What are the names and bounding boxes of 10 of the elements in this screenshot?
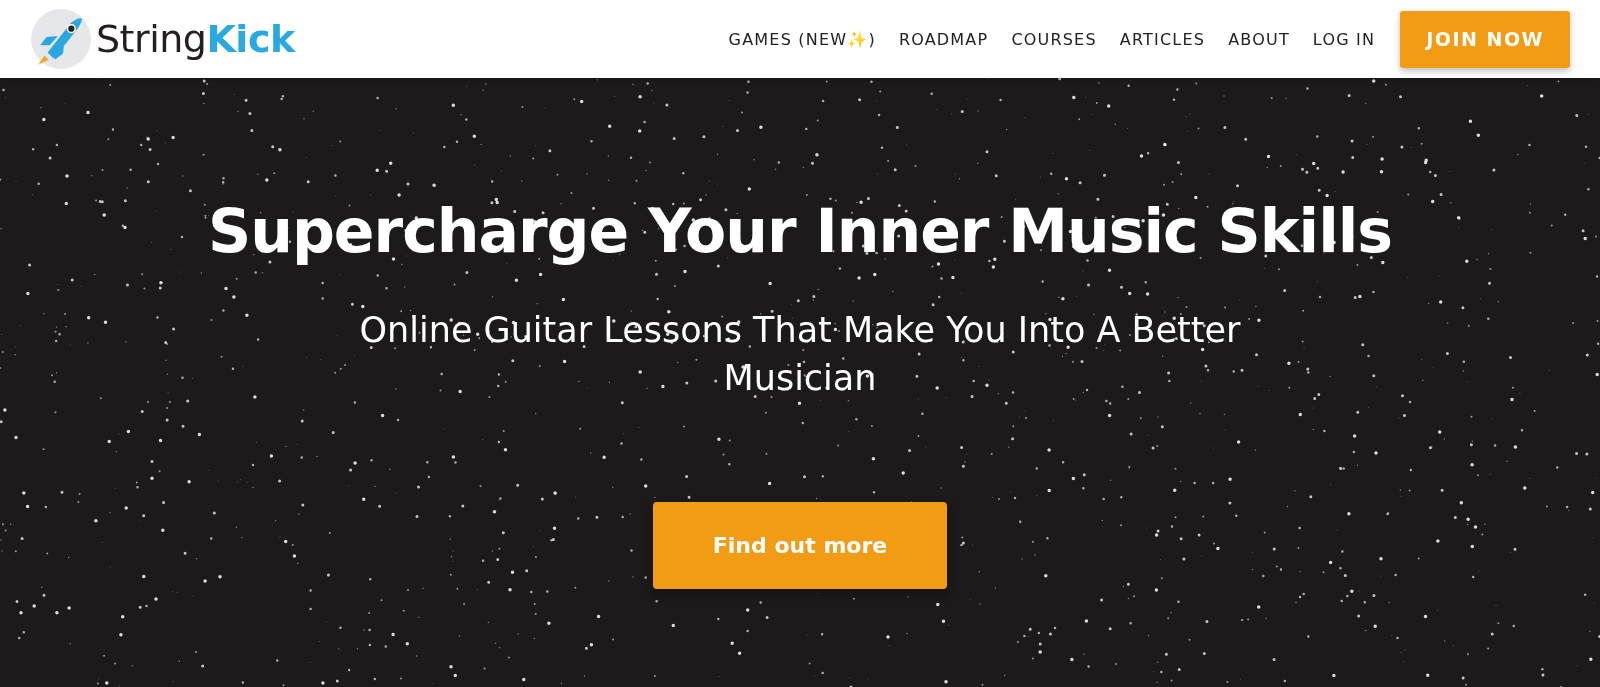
nav-link[interactable]: GAMES (NEW✨) bbox=[728, 29, 876, 49]
rocket-logo-icon bbox=[30, 8, 92, 70]
hero-subtitle: Online Guitar Lessons That Make You Into A Better Musician bbox=[358, 309, 1242, 400]
nav-link[interactable]: ARTICLES bbox=[1119, 29, 1206, 49]
nav-link[interactable]: ABOUT bbox=[1228, 29, 1290, 49]
nav-link[interactable]: LOG IN bbox=[1312, 29, 1376, 49]
logo-wordmark[interactable]: StringKick bbox=[96, 17, 295, 61]
hero-title: Supercharge Your Inner Music Skills bbox=[208, 196, 1392, 266]
nav-link[interactable]: ROADMAP bbox=[898, 29, 989, 49]
nav-link[interactable]: COURSES bbox=[1011, 29, 1097, 49]
